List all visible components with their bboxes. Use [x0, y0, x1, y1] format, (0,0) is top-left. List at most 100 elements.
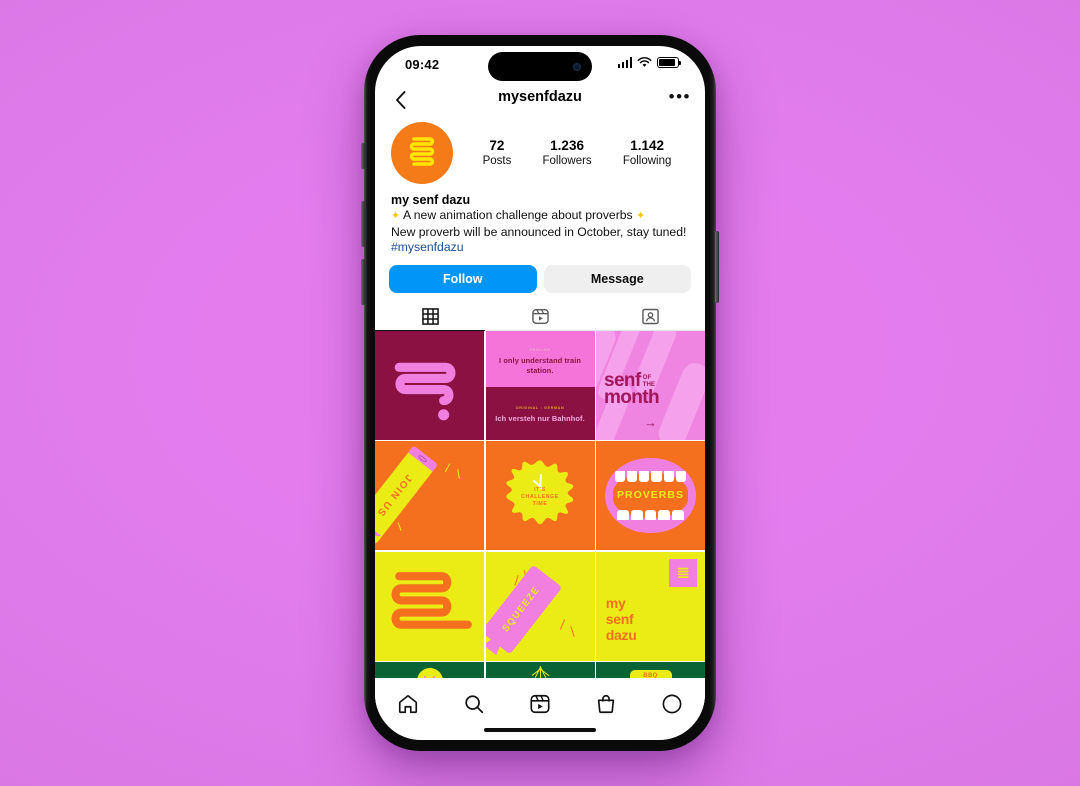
- tab-reels[interactable]: [485, 303, 595, 331]
- upper-teeth: [614, 471, 687, 483]
- post-tile-6[interactable]: PROVERBS: [596, 441, 705, 550]
- tube-spark-4: [569, 625, 575, 637]
- status-bar: 09:42: [375, 46, 705, 84]
- line-dazu: dazu: [605, 627, 637, 644]
- posts-count: 72: [489, 137, 505, 153]
- profile-action-buttons: Follow Message: [375, 256, 705, 293]
- shop-bag-icon: [597, 695, 615, 714]
- nav-reels[interactable]: [523, 689, 557, 719]
- posts-label: Posts: [482, 154, 512, 167]
- bio-hashtag-link[interactable]: #mysenfdazu: [391, 240, 689, 256]
- post-tile-1[interactable]: [375, 330, 484, 440]
- nav-profile[interactable]: [655, 689, 689, 719]
- tab-tagged[interactable]: [595, 303, 705, 331]
- stat-following[interactable]: 1.142 Following: [623, 138, 672, 169]
- display-name: my senf dazu: [391, 193, 471, 207]
- following-count: 1.142: [630, 137, 665, 153]
- battery-icon: [657, 57, 682, 68]
- sparkle-icon: ✦: [391, 210, 401, 222]
- stat-followers[interactable]: 1.236 Followers: [542, 138, 591, 169]
- profile-stats: 72 Posts 1.236 Followers 1.142 Following: [453, 138, 689, 169]
- post-tile-7[interactable]: [375, 551, 484, 661]
- post-tile-5[interactable]: IT'S CHALLENGE TIME: [485, 441, 595, 550]
- front-camera-icon: [573, 62, 581, 71]
- dynamic-island: [488, 52, 592, 81]
- silent-switch[interactable]: [361, 143, 365, 169]
- bio-line-1-wrapper: ✦ A new animation challenge about prover…: [391, 208, 689, 225]
- challenge-line-2: CHALLENGE: [521, 493, 559, 500]
- followers-count: 1.236: [550, 137, 584, 153]
- senf-of-the-month-text: senf OF THE month: [604, 371, 660, 409]
- page-title: mysenfdazu: [498, 89, 582, 105]
- status-icons: [617, 57, 682, 68]
- bio-line-2: New proverb will be announced in October…: [391, 224, 687, 239]
- tagged-person-icon: [641, 308, 659, 324]
- more-options-button[interactable]: •••: [669, 88, 691, 106]
- of-word: OF: [642, 373, 652, 381]
- wifi-icon: [637, 57, 652, 67]
- pencil-tip: [375, 518, 382, 545]
- follow-button[interactable]: Follow: [389, 264, 537, 293]
- nav-shop[interactable]: [589, 689, 623, 719]
- phone-device-frame: 09:42 mysenfdazu ••• 72 Posts 1.236 Foll…: [361, 35, 719, 751]
- brush-stroke-4: [654, 358, 705, 440]
- proverbs-text: PROVERBS: [617, 489, 684, 502]
- squeeze-text: SQUEEZE: [500, 584, 543, 635]
- german-quote: Ich versteh nur Bahnhof.: [495, 414, 585, 424]
- post-tile-3[interactable]: senf OF THE month →: [596, 330, 705, 440]
- month-word: month: [604, 387, 660, 409]
- profile-circle-icon: [662, 694, 682, 714]
- spark-2: [456, 469, 461, 480]
- english-quote: I only understand train station.: [499, 356, 581, 376]
- post-tile-8[interactable]: SQUEEZE: [485, 551, 595, 661]
- avatar[interactable]: [391, 122, 453, 184]
- post-tile-2[interactable]: ENGLISH I only understand train station.…: [485, 330, 595, 440]
- english-label: ENGLISH: [529, 348, 551, 353]
- followers-label: Followers: [542, 154, 592, 167]
- post-tile-9[interactable]: my senf dazu: [596, 551, 705, 661]
- bio-line-1: A new animation challenge about proverbs: [402, 208, 633, 222]
- squeeze-tube-shape: SQUEEZE: [485, 564, 563, 655]
- volume-up-button[interactable]: [361, 201, 365, 247]
- home-icon: [398, 694, 418, 714]
- nav-search[interactable]: [457, 689, 491, 719]
- challenge-line-1: IT'S: [534, 486, 546, 493]
- tab-grid[interactable]: [375, 303, 485, 331]
- home-indicator[interactable]: [484, 727, 596, 732]
- spark-1: [444, 463, 451, 473]
- line-senf: senf: [605, 611, 634, 628]
- arrow-right-icon: →: [644, 414, 657, 430]
- post-tile-4[interactable]: JOIN US: [375, 441, 484, 550]
- proverb-english-half: ENGLISH I only understand train station.: [485, 330, 595, 388]
- sun-badge-icon: [669, 559, 698, 588]
- challenge-time-text: IT'S CHALLENGE TIME: [486, 487, 595, 508]
- power-button[interactable]: [715, 231, 719, 303]
- message-button[interactable]: Message: [543, 264, 691, 293]
- reels-icon: [530, 694, 550, 714]
- sparkle-icon-2: ✦: [636, 210, 646, 222]
- nav-home[interactable]: [391, 689, 425, 719]
- spark-4: [397, 521, 402, 531]
- join-us-text: JOIN US: [375, 472, 415, 519]
- cellular-bars-icon: [617, 57, 632, 68]
- reels-icon: [531, 308, 549, 324]
- my-senf-dazu-text: my senf dazu: [606, 595, 637, 643]
- mouth-shape: PROVERBS: [604, 458, 697, 533]
- profile-header-bar: mysenfdazu •••: [375, 84, 705, 118]
- tube-nozzle: [486, 636, 503, 655]
- volume-down-button[interactable]: [361, 259, 365, 305]
- tube-spark-3: [559, 619, 566, 630]
- pencil-shape: JOIN US: [375, 445, 439, 545]
- lower-teeth: [616, 510, 685, 520]
- following-label: Following: [622, 154, 672, 167]
- post-grid: ENGLISH I only understand train station.…: [375, 330, 705, 680]
- profile-bio: my senf dazu ✦ A new animation challenge…: [375, 184, 705, 256]
- profile-summary: 72 Posts 1.236 Followers 1.142 Following: [375, 118, 705, 184]
- bottom-navigation-bar: [375, 678, 705, 740]
- german-label: ORIGINAL : GERMAN: [515, 406, 565, 411]
- profile-tabs: [375, 303, 705, 331]
- of-the-words: OF THE: [643, 374, 655, 388]
- phone-screen: 09:42 mysenfdazu ••• 72 Posts 1.236 Foll…: [375, 46, 705, 740]
- grid-icon: [421, 307, 439, 325]
- stat-posts[interactable]: 72 Posts: [483, 138, 512, 169]
